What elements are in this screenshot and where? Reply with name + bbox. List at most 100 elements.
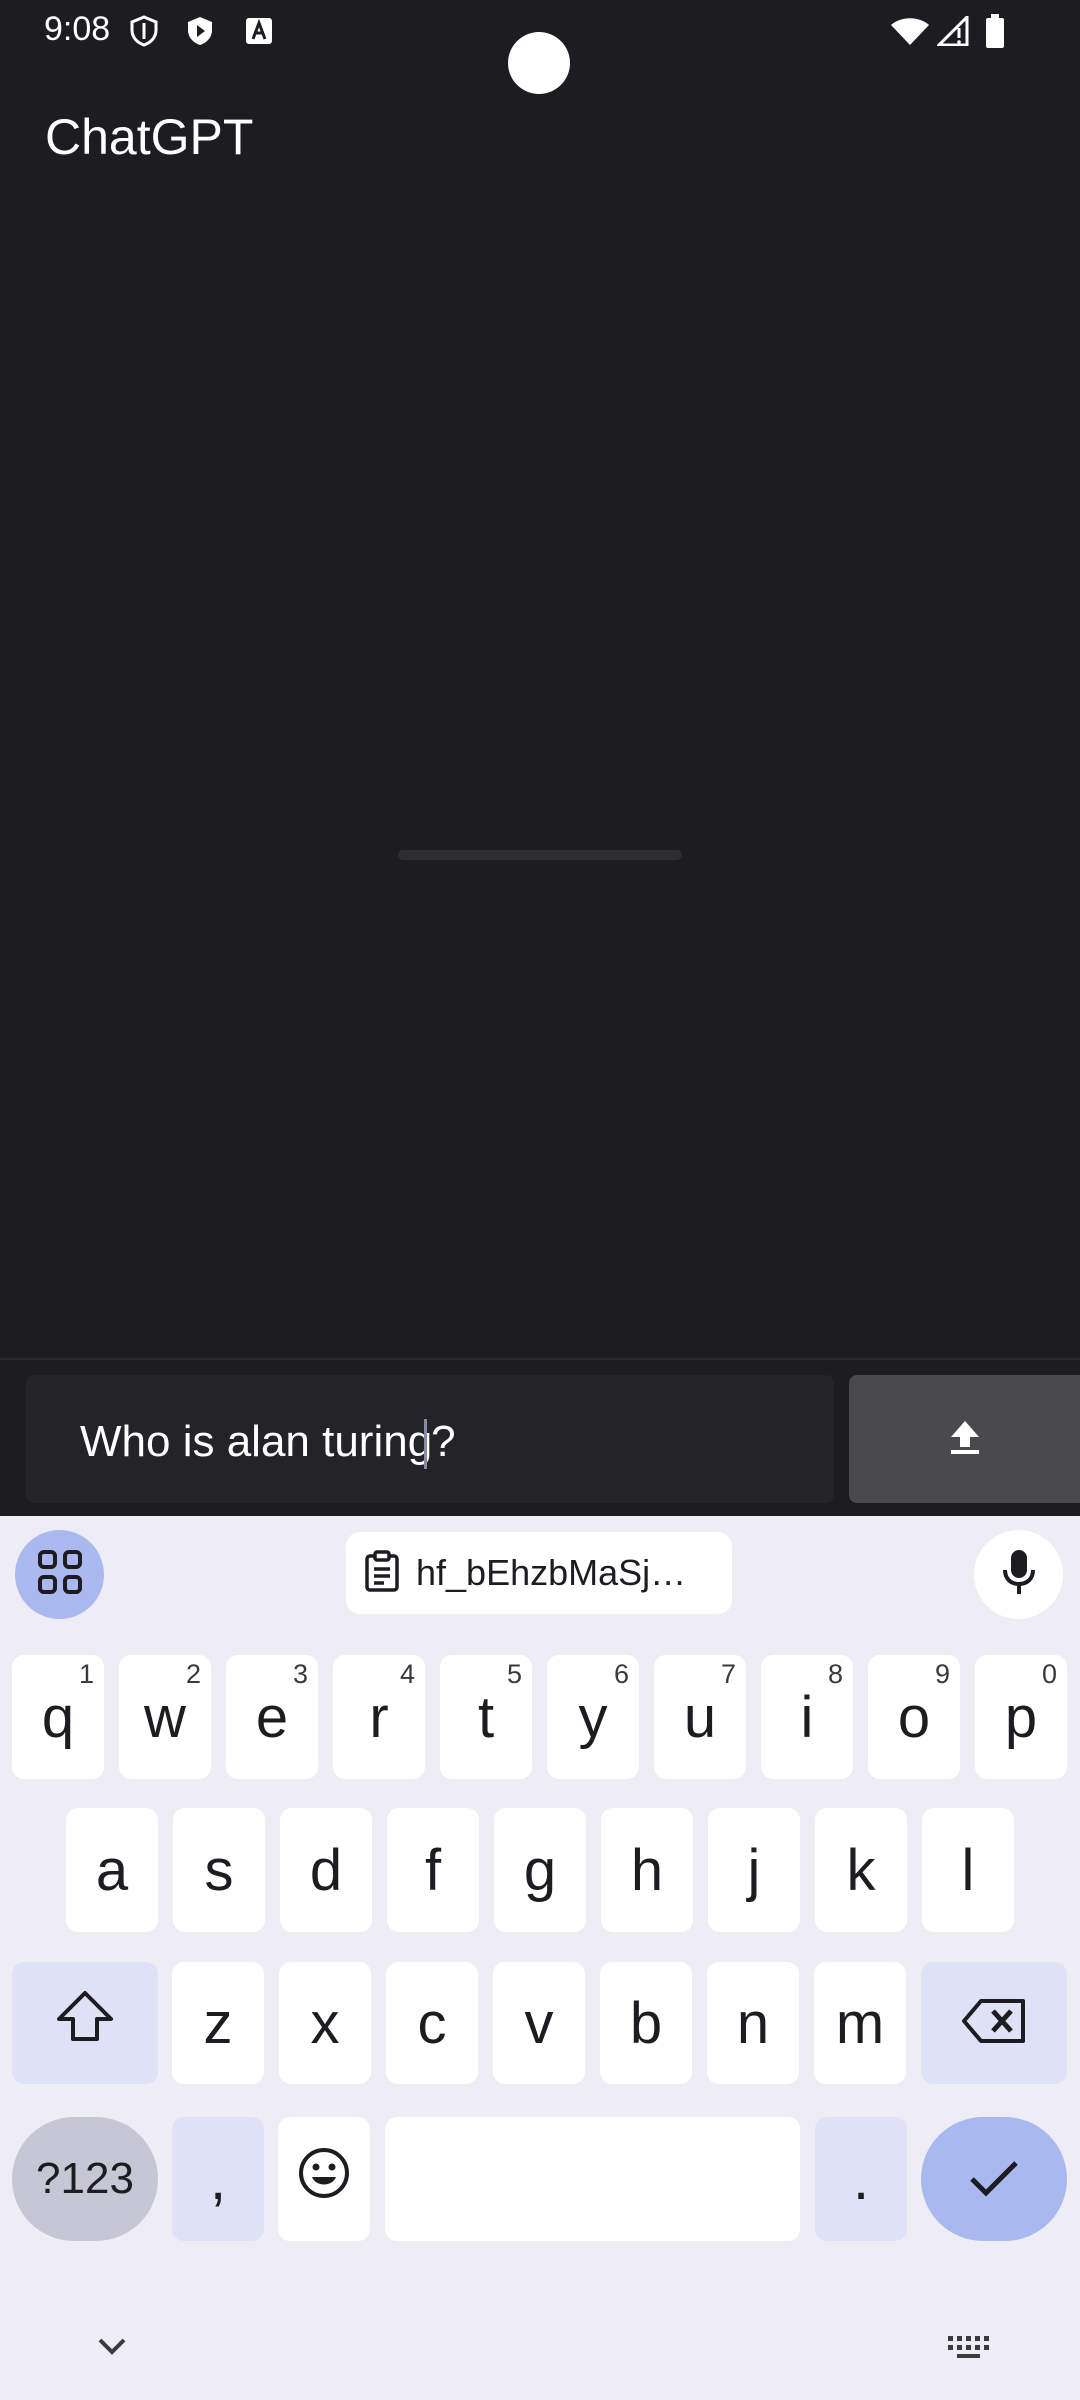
clipboard-text: hf_bEhzbMaSj… [416, 1552, 687, 1593]
key-p[interactable]: p0 [975, 1655, 1067, 1779]
key-label: v [524, 1990, 554, 2056]
voice-input-button[interactable] [974, 1530, 1063, 1619]
send-button[interactable] [849, 1375, 1080, 1503]
key-n[interactable]: n [707, 1962, 799, 2084]
comma-key[interactable]: , [172, 2117, 264, 2241]
clipboard-suggestion-chip[interactable]: hf_bEhzbMaSj… [346, 1532, 732, 1614]
key-hint: 1 [78, 1659, 94, 1689]
key-label: f [424, 1837, 442, 1903]
app-title: ChatGPT [45, 109, 254, 165]
symbols-key[interactable]: ?123 [12, 2117, 158, 2241]
key-t[interactable]: t5 [440, 1655, 532, 1779]
composer: Who is alan turing? [0, 1358, 1080, 1516]
key-m[interactable]: m [814, 1962, 906, 2084]
font-a-icon [243, 14, 275, 48]
period-key[interactable]: . [815, 2117, 907, 2241]
play-shield-icon [184, 14, 216, 48]
key-g[interactable]: g [494, 1808, 586, 1932]
key-label: u [683, 1684, 717, 1750]
key-f[interactable]: f [387, 1808, 479, 1932]
key-v[interactable]: v [493, 1962, 585, 2084]
key-h[interactable]: h [601, 1808, 693, 1932]
key-l[interactable]: l [922, 1808, 1014, 1932]
key-label: o [897, 1684, 931, 1750]
key-label: j [747, 1837, 761, 1903]
enter-key[interactable] [921, 2117, 1067, 2241]
key-q[interactable]: q1 [12, 1655, 104, 1779]
smiley-icon [298, 2146, 350, 2213]
chat-area [0, 180, 1080, 1360]
message-input[interactable]: Who is alan turing? [26, 1375, 834, 1503]
key-label: y [578, 1684, 608, 1750]
wifi-icon [888, 14, 932, 48]
key-hint: 6 [613, 1659, 629, 1689]
key-e[interactable]: e3 [226, 1655, 318, 1779]
backspace-key[interactable] [921, 1962, 1067, 2084]
status-time: 9:08 [44, 10, 111, 48]
key-label: x [310, 1990, 340, 2056]
key-label: b [629, 1990, 663, 2056]
key-x[interactable]: x [279, 1962, 371, 2084]
key-label: w [144, 1684, 186, 1750]
key-o[interactable]: o9 [868, 1655, 960, 1779]
key-hint: 5 [506, 1659, 522, 1689]
key-u[interactable]: u7 [654, 1655, 746, 1779]
key-label: e [255, 1684, 289, 1750]
key-hint: 2 [185, 1659, 201, 1689]
key-y[interactable]: y6 [547, 1655, 639, 1779]
key-a[interactable]: a [66, 1808, 158, 1932]
keyboard-switch-icon[interactable] [946, 2334, 990, 2365]
key-j[interactable]: j [708, 1808, 800, 1932]
key-s[interactable]: s [173, 1808, 265, 1932]
key-hint: 3 [292, 1659, 308, 1689]
backspace-icon [961, 1990, 1027, 2057]
home-indicator [398, 850, 682, 860]
key-label: h [630, 1837, 664, 1903]
upload-arrow-icon [949, 1419, 981, 1460]
shift-key[interactable] [12, 1962, 158, 2084]
key-label: k [846, 1837, 876, 1903]
keyboard-toolbar: hf_bEhzbMaSj… [0, 1516, 1080, 1636]
key-c[interactable]: c [386, 1962, 478, 2084]
key-label: n [736, 1990, 770, 2056]
key-label: a [95, 1837, 129, 1903]
keyboard: hf_bEhzbMaSj… q1w2e3r4t5y6u7i8o9p0asdfgh… [0, 1516, 1080, 2400]
message-input-text: Who is alan turing? [80, 1417, 456, 1470]
hide-keyboard-chevron-icon[interactable] [96, 2336, 128, 2361]
grid-icon [37, 1549, 83, 1600]
key-k[interactable]: k [815, 1808, 907, 1932]
checkmark-icon [968, 2146, 1020, 2213]
key-r[interactable]: r4 [333, 1655, 425, 1779]
clipboard-icon [364, 1549, 400, 1597]
key-label: q [41, 1684, 75, 1750]
key-b[interactable]: b [600, 1962, 692, 2084]
camera-cutout [508, 32, 570, 94]
key-d[interactable]: d [280, 1808, 372, 1932]
key-i[interactable]: i8 [761, 1655, 853, 1779]
key-label: s [204, 1837, 234, 1903]
key-label: d [309, 1837, 343, 1903]
battery-icon [982, 14, 1008, 48]
key-z[interactable]: z [172, 1962, 264, 2084]
key-label: r [369, 1684, 389, 1750]
microphone-icon [1001, 1548, 1037, 1601]
keyboard-nav-row [0, 2316, 1080, 2400]
apps-grid-button[interactable] [15, 1530, 104, 1619]
space-key[interactable] [385, 2117, 800, 2241]
key-w[interactable]: w2 [119, 1655, 211, 1779]
key-hint: 8 [827, 1659, 843, 1689]
key-label: l [961, 1837, 975, 1903]
key-hint: 0 [1041, 1659, 1057, 1689]
key-hint: 4 [399, 1659, 415, 1689]
key-label: p [1004, 1684, 1038, 1750]
key-label: i [800, 1684, 814, 1750]
shift-icon [55, 1989, 115, 2057]
text-caret [424, 1419, 428, 1470]
key-label: t [477, 1684, 495, 1750]
key-hint: 9 [934, 1659, 950, 1689]
key-hint: 7 [720, 1659, 736, 1689]
shield-icon [128, 14, 160, 48]
key-label: z [203, 1990, 233, 2056]
key-label: m [835, 1990, 885, 2056]
emoji-key[interactable] [278, 2117, 370, 2241]
